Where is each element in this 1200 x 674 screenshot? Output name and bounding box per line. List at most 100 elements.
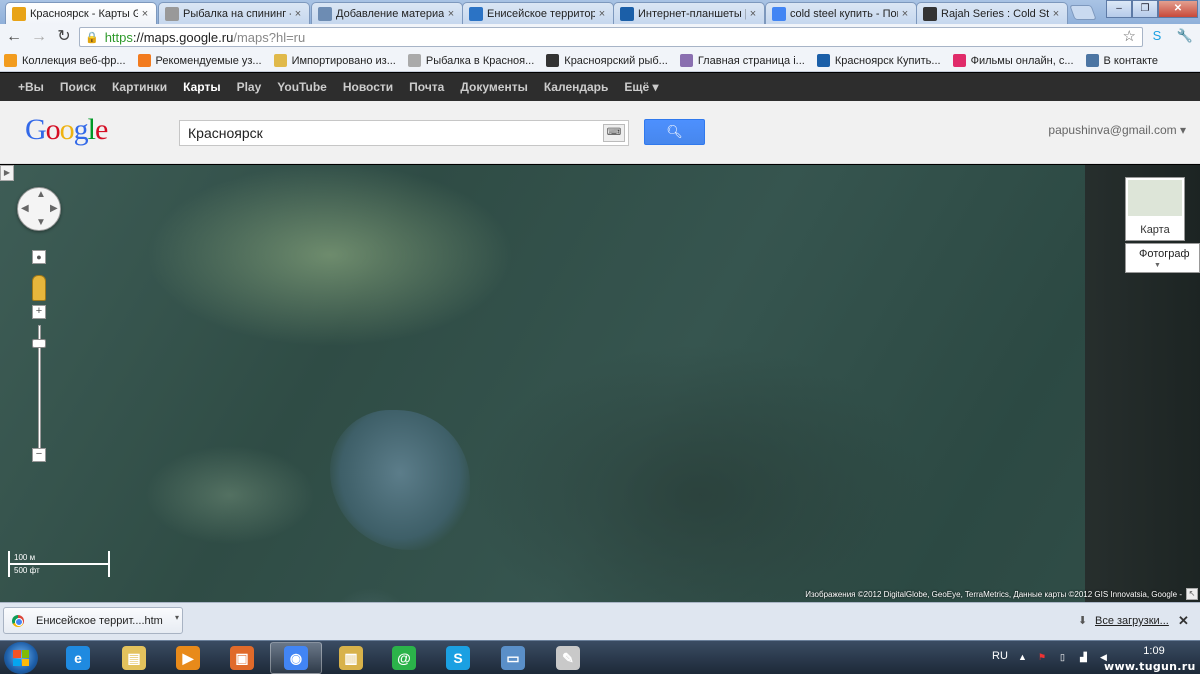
taskbar-app-1[interactable]: e: [52, 642, 104, 674]
tab-7[interactable]: Rajah Series : Cold Stee×: [916, 2, 1068, 24]
map-type-button[interactable]: Карта: [1125, 177, 1185, 241]
wrench-menu-icon[interactable]: 🔧: [1176, 27, 1194, 45]
center-button[interactable]: ●: [32, 250, 46, 264]
gbar-item[interactable]: Поиск: [60, 80, 96, 94]
tab-1[interactable]: Красноярск - Карты Google×: [5, 2, 157, 24]
pan-up-icon[interactable]: ▲: [36, 189, 46, 200]
chevron-down-icon[interactable]: ▾: [175, 613, 179, 622]
close-icon[interactable]: ×: [140, 8, 150, 20]
gbar-item[interactable]: Документы: [460, 80, 527, 94]
taskbar-app-5[interactable]: ◉: [270, 642, 322, 674]
close-icon[interactable]: ×: [900, 8, 910, 20]
taskbar-app-9[interactable]: ▭: [487, 642, 539, 674]
account-menu[interactable]: papushinva@gmail.com ▾: [1048, 123, 1186, 137]
close-icon[interactable]: ×: [293, 8, 303, 20]
window-controls: – ❐ ✕: [1106, 0, 1198, 18]
bookmark-item[interactable]: Главная страница i...: [679, 54, 805, 67]
bookmark-label: Коллекция веб-фр...: [22, 54, 126, 67]
reload-button[interactable]: ↻: [53, 26, 75, 48]
media-player-icon: ▶: [176, 646, 200, 670]
pan-left-icon[interactable]: ◀: [21, 203, 29, 214]
scale-bar: 100 м 500 фт: [8, 551, 110, 577]
resize-corner-icon[interactable]: ↖: [1186, 588, 1198, 600]
bookmark-item[interactable]: Фильмы онлайн, с...: [952, 54, 1074, 67]
all-downloads-link[interactable]: Все загрузки...: [1095, 615, 1169, 627]
bulb-icon: [137, 54, 151, 67]
pegman-icon[interactable]: [32, 275, 46, 301]
gbar-item[interactable]: +Вы: [18, 80, 44, 94]
tab-2[interactable]: Рыбалка на спининг - ×: [158, 2, 310, 24]
bookmark-item[interactable]: В контакте: [1085, 54, 1158, 67]
battery-icon[interactable]: ▯: [1060, 652, 1070, 662]
bookmark-item[interactable]: Красноярск Купить...: [816, 54, 941, 67]
signal-icon[interactable]: ▟: [1080, 652, 1090, 662]
bookmark-label: Красноярский рыб...: [564, 54, 668, 67]
close-icon[interactable]: ×: [446, 8, 456, 20]
google-logo[interactable]: Google: [25, 113, 108, 147]
zoom-out-button[interactable]: −: [32, 448, 46, 462]
keyboard-icon[interactable]: ⌨: [603, 124, 625, 142]
gbar-item[interactable]: Новости: [343, 80, 393, 94]
bookmark-item[interactable]: Коллекция веб-фр...: [4, 54, 126, 67]
bookmark-item[interactable]: Красноярский рыб...: [546, 54, 668, 67]
gbar-item[interactable]: YouTube: [277, 80, 327, 94]
close-window-button[interactable]: ✕: [1158, 0, 1198, 18]
close-icon[interactable]: ✕: [1178, 613, 1189, 629]
taskbar-app-6[interactable]: ▥: [325, 642, 377, 674]
close-icon[interactable]: ×: [597, 8, 607, 20]
zoom-in-button[interactable]: +: [32, 305, 46, 319]
flag-icon[interactable]: ⚑: [1038, 652, 1048, 662]
pan-control[interactable]: ▲ ▼ ◀ ▶: [17, 187, 61, 231]
language-indicator[interactable]: RU: [992, 650, 1008, 662]
chrome-file-icon: [12, 614, 24, 627]
tab-4[interactable]: Енисейское территори ×: [462, 2, 614, 24]
s-logo-icon: [923, 6, 937, 21]
forward-button[interactable]: →: [28, 26, 50, 48]
search-input[interactable]: Красноярск ⌨: [179, 120, 629, 146]
satellite-button[interactable]: Фотограф ▼: [1125, 243, 1200, 273]
clock[interactable]: 1:09: [1140, 645, 1168, 657]
back-button[interactable]: ←: [3, 26, 25, 48]
start-button[interactable]: [4, 642, 38, 674]
collapse-panel-button[interactable]: ▶: [0, 165, 14, 181]
bookmark-item[interactable]: Рыбалка в Красноя...: [407, 54, 534, 67]
taskbar-app-8[interactable]: S: [432, 642, 484, 674]
taskbar-app-7[interactable]: @: [378, 642, 430, 674]
taskbar-app-10[interactable]: ✎: [542, 642, 594, 674]
taskbar: e ▤ ▶ ▣ ◉ ▥ @ S ▭ ✎ RU ▲ ⚑ ▯ ▟ ◀ 1:09 www.tugun.r…: [0, 640, 1200, 674]
gbar-item[interactable]: Картинки: [112, 80, 167, 94]
tab-strip: Красноярск - Карты Google×Рыбалка на спи…: [0, 0, 1200, 24]
gbar-item[interactable]: Ещё ▾: [624, 80, 658, 94]
close-icon[interactable]: ×: [748, 8, 758, 20]
close-icon[interactable]: ×: [1051, 8, 1061, 20]
pan-right-icon[interactable]: ▶: [50, 203, 58, 214]
tray-expand-icon[interactable]: ▲: [1018, 652, 1028, 662]
new-tab-button[interactable]: [1069, 5, 1097, 20]
gbar-item[interactable]: Почта: [409, 80, 444, 94]
tab-5[interactable]: Интернет-планшеты | ×: [613, 2, 765, 24]
bookmark-label: Красноярск Купить...: [834, 54, 941, 67]
download-arrow-icon: ⬇: [1078, 615, 1088, 627]
maximize-button[interactable]: ❐: [1132, 0, 1158, 18]
bookmark-star-icon[interactable]: ☆: [1123, 28, 1136, 46]
ok-icon: [4, 54, 17, 67]
address-bar[interactable]: 🔒 https ://maps.google.ru /maps?hl=ru ☆: [79, 27, 1143, 47]
search-button[interactable]: 🔍︎: [644, 119, 705, 145]
gbar-item[interactable]: Календарь: [544, 80, 609, 94]
zoom-slider-handle[interactable]: [32, 339, 46, 348]
bookmark-item[interactable]: Рекомендуемые уз...: [137, 54, 262, 67]
gbar-item[interactable]: Карты: [183, 80, 220, 94]
diamond-icon: [679, 54, 693, 67]
bookmark-item[interactable]: Импортировано из...: [273, 54, 396, 67]
minimize-button[interactable]: –: [1106, 0, 1132, 18]
tab-3[interactable]: Добавление материал ×: [311, 2, 463, 24]
pan-down-icon[interactable]: ▼: [36, 217, 46, 228]
download-item[interactable]: Енисейское террит....htm ▾: [3, 607, 183, 634]
taskbar-app-3[interactable]: ▶: [162, 642, 214, 674]
gbar-item[interactable]: Play: [237, 80, 262, 94]
tab-6[interactable]: cold steel купить - Пои ×: [765, 2, 917, 24]
taskbar-app-4[interactable]: ▣: [216, 642, 268, 674]
map-canvas[interactable]: ▶ ▲ ▼ ◀ ▶ ● + − 100 м 500 фт Карта Фотог…: [0, 165, 1200, 602]
taskbar-app-2[interactable]: ▤: [108, 642, 160, 674]
skype-extension-icon[interactable]: S: [1148, 27, 1166, 45]
